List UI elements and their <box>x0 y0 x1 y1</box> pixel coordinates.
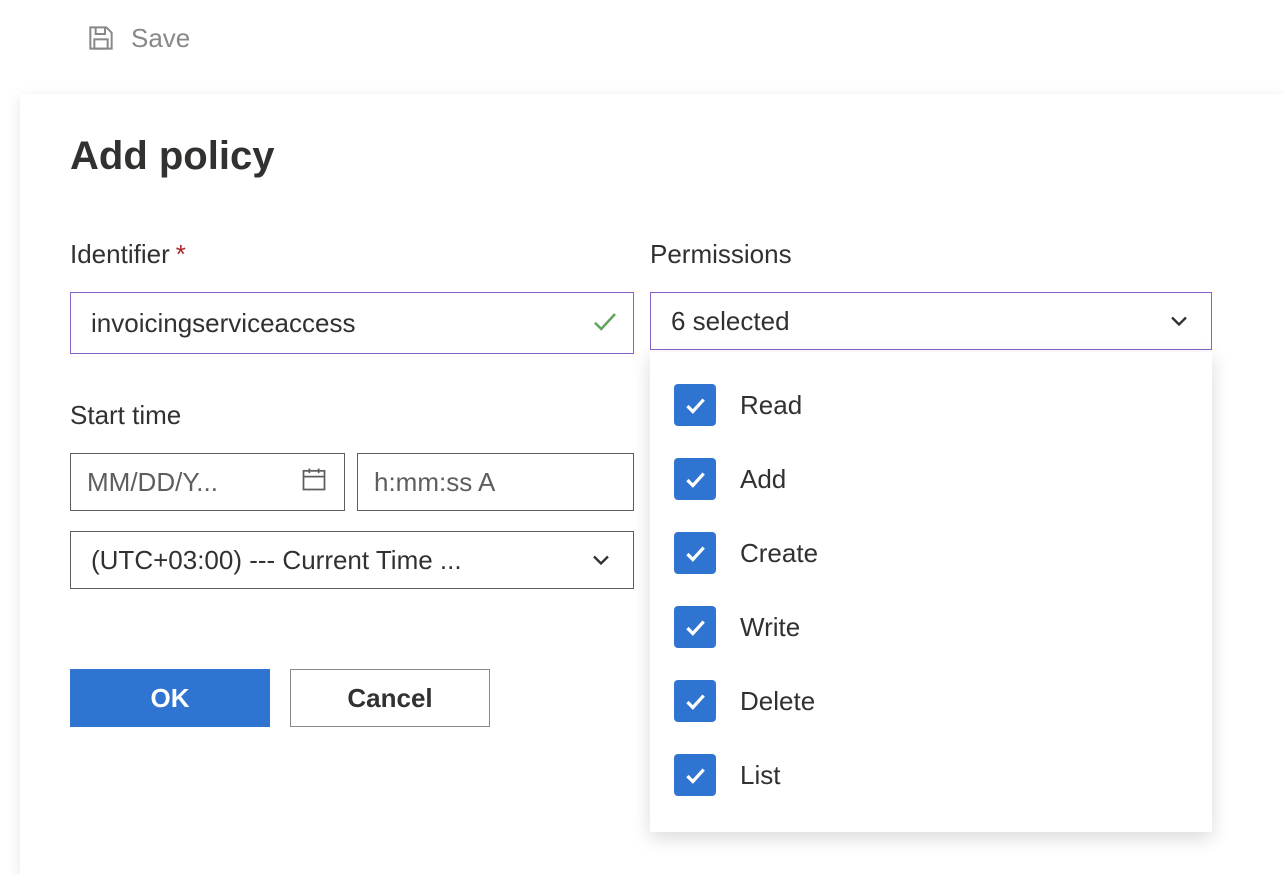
checkbox-checked-icon <box>674 384 716 426</box>
permission-option-label: Delete <box>740 686 815 717</box>
permission-option-add[interactable]: Add <box>650 442 1212 516</box>
start-date-placeholder: MM/DD/Y... <box>87 467 218 498</box>
toolbar: Save <box>0 0 1285 76</box>
checkbox-checked-icon <box>674 532 716 574</box>
start-time-label: Start time <box>70 400 634 431</box>
panel-title: Add policy <box>70 134 1235 179</box>
identifier-input[interactable] <box>70 292 634 354</box>
permission-option-label: Add <box>740 464 786 495</box>
permissions-summary: 6 selected <box>671 306 790 337</box>
ok-button[interactable]: OK <box>70 669 270 727</box>
timezone-select[interactable]: (UTC+03:00) --- Current Time ... <box>70 531 634 589</box>
chevron-down-icon <box>587 546 615 574</box>
save-icon[interactable] <box>85 22 117 54</box>
identifier-label-text: Identifier <box>70 239 170 270</box>
start-time-placeholder: h:mm:ss A <box>374 467 495 498</box>
permission-option-read[interactable]: Read <box>650 368 1212 442</box>
cancel-button[interactable]: Cancel <box>290 669 490 727</box>
permission-option-list[interactable]: List <box>650 738 1212 812</box>
save-button-label[interactable]: Save <box>131 23 190 54</box>
checkbox-checked-icon <box>674 680 716 722</box>
identifier-label: Identifier * <box>70 239 634 270</box>
permissions-dropdown: Read Add Create <box>650 352 1212 832</box>
checkbox-checked-icon <box>674 458 716 500</box>
timezone-value: (UTC+03:00) --- Current Time ... <box>91 545 462 576</box>
permission-option-label: Create <box>740 538 818 569</box>
required-asterisk: * <box>176 239 186 270</box>
permission-option-create[interactable]: Create <box>650 516 1212 590</box>
permissions-select[interactable]: 6 selected <box>650 292 1212 350</box>
permission-option-label: Read <box>740 390 802 421</box>
calendar-icon <box>300 465 328 500</box>
permission-option-delete[interactable]: Delete <box>650 664 1212 738</box>
start-time-input[interactable]: h:mm:ss A <box>357 453 634 511</box>
start-date-input[interactable]: MM/DD/Y... <box>70 453 345 511</box>
permission-option-write[interactable]: Write <box>650 590 1212 664</box>
permission-option-label: Write <box>740 612 800 643</box>
add-policy-panel: Add policy Identifier * Start <box>20 94 1285 872</box>
checkbox-checked-icon <box>674 606 716 648</box>
permissions-label: Permissions <box>650 239 1212 270</box>
chevron-down-icon <box>1165 307 1193 335</box>
checkbox-checked-icon <box>674 754 716 796</box>
permission-option-label: List <box>740 760 780 791</box>
